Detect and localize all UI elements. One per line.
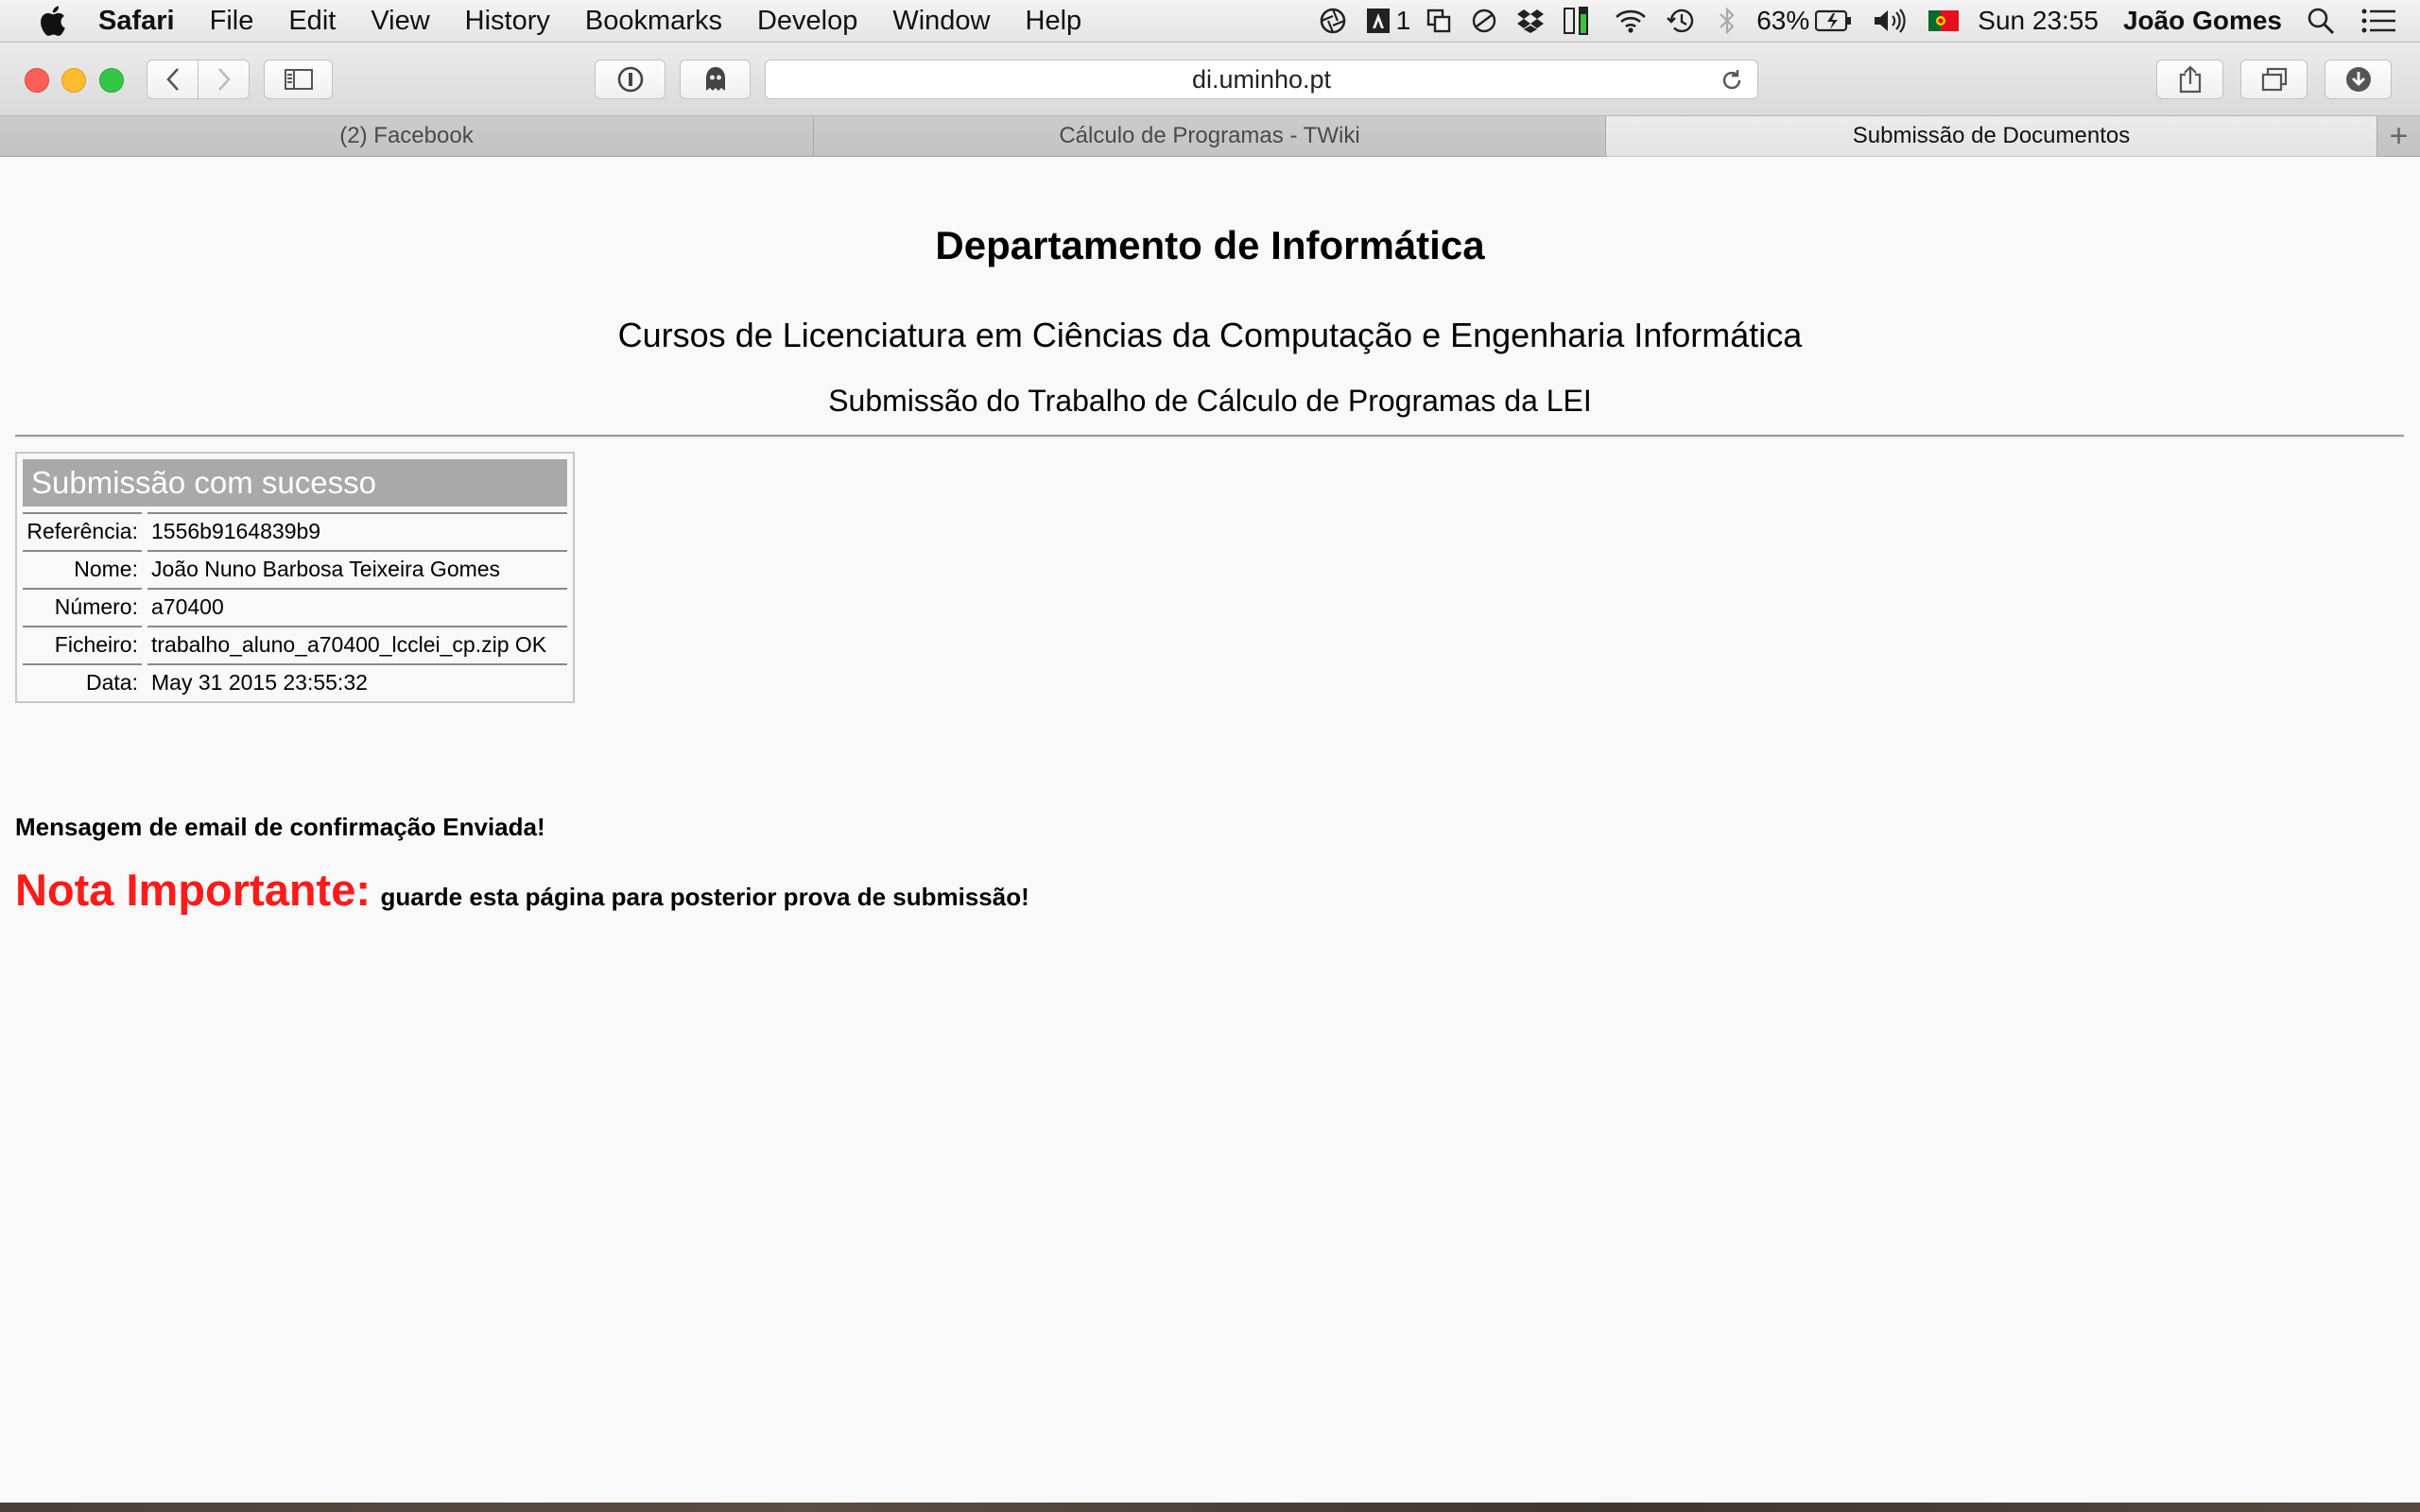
tab-facebook[interactable]: (2) Facebook [0, 116, 814, 157]
table-row: Nome: João Nuno Barbosa Teixeira Gomes [23, 550, 567, 588]
safari-window: di.uminho.pt (2) Facebook Cálculo de Pro… [0, 43, 2420, 1503]
table-row: Referência: 1556b9164839b9 [23, 512, 567, 550]
back-button[interactable] [147, 60, 199, 99]
table-row: Número: a70400 [23, 588, 567, 626]
menu-file[interactable]: File [210, 6, 254, 37]
fullscreen-window-button[interactable] [99, 68, 124, 93]
row-label-numero: Número: [23, 588, 142, 626]
tab-submissao[interactable]: Submissão de Documentos [1606, 116, 2377, 157]
screen-capture-icon[interactable] [1426, 8, 1452, 34]
page-title: Departamento de Informática [935, 223, 1485, 267]
course-heading: Cursos de Licenciatura em Ciências da Co… [617, 316, 1803, 354]
wifi-icon[interactable] [1615, 8, 1647, 34]
show-all-tabs-button[interactable] [2240, 60, 2308, 99]
share-icon [2179, 65, 2201, 94]
bluetooth-icon[interactable] [1717, 7, 1737, 35]
apple-logo-icon[interactable] [38, 5, 66, 37]
web-page: Departamento de Informática Cursos de Li… [0, 161, 2420, 1503]
menu-window[interactable]: Window [892, 6, 990, 37]
menu-history[interactable]: History [465, 6, 550, 37]
battery-percent[interactable]: 63% [1756, 6, 1809, 36]
sidebar-toggle-button[interactable] [264, 60, 333, 99]
row-value-data: May 31 2015 23:55:32 [147, 663, 567, 701]
minimize-window-button[interactable] [61, 68, 86, 93]
dropbox-icon[interactable] [1516, 8, 1545, 34]
menu-safari[interactable]: Safari [98, 6, 175, 37]
menu-help[interactable]: Help [1026, 6, 1082, 37]
downloads-button[interactable] [2325, 60, 2392, 99]
row-value-ficheiro: trabalho_aluno_a70400_lcclei_cp.zip OK [147, 626, 567, 663]
row-value-referencia: 1556b9164839b9 [147, 512, 567, 550]
chevron-left-icon [165, 68, 179, 91]
table-row: Ficheiro: trabalho_aluno_a70400_lcclei_c… [23, 626, 567, 663]
row-label-ficheiro: Ficheiro: [23, 626, 142, 663]
row-value-nome: João Nuno Barbosa Teixeira Gomes [147, 550, 567, 588]
table-row: Data: May 31 2015 23:55:32 [23, 663, 567, 701]
horizontal-rule [15, 435, 2404, 438]
submission-heading: Submissão do Trabalho de Cálculo de Prog… [828, 384, 1592, 418]
portugal-flag-icon[interactable] [1928, 10, 1960, 31]
user-name[interactable]: João Gomes [2123, 6, 2282, 36]
address-bar-url: di.uminho.pt [1191, 64, 1332, 94]
row-value-numero: a70400 [147, 588, 567, 626]
1password-icon [617, 66, 643, 93]
tabs-overview-icon [2261, 67, 2287, 92]
download-icon [2345, 67, 2371, 92]
share-button[interactable] [2156, 60, 2223, 99]
menu-develop[interactable]: Develop [757, 6, 857, 37]
sidebar-icon [284, 69, 313, 90]
adobe-icon[interactable] [1366, 8, 1391, 34]
status-menu-extras: 1 63% Sun 23:55 João Gomes [1319, 0, 2420, 42]
1password-button[interactable] [595, 60, 666, 99]
memory-meter-icon[interactable] [1564, 5, 1596, 37]
menu-edit[interactable]: Edit [288, 6, 336, 37]
browser-toolbar: di.uminho.pt [0, 43, 2420, 116]
submission-result-table: Submissão com sucesso Referência: 1556b9… [15, 452, 575, 703]
sync-circle-icon[interactable] [1471, 8, 1497, 34]
new-tab-button[interactable]: + [2377, 116, 2420, 157]
address-bar[interactable]: di.uminho.pt [765, 60, 1758, 99]
volume-icon[interactable] [1872, 8, 1910, 34]
row-label-data: Data: [23, 663, 142, 701]
desktop-background [0, 1503, 2420, 1512]
notification-center-icon[interactable] [2361, 9, 2395, 33]
time-machine-icon[interactable] [1666, 7, 1698, 35]
clock[interactable]: Sun 23:55 [1978, 6, 2099, 36]
ghostery-button[interactable] [680, 60, 751, 99]
row-label-nome: Nome: [23, 550, 142, 588]
ghostery-icon [705, 67, 725, 91]
aperture-icon[interactable] [1319, 7, 1347, 35]
email-confirmation-message: Mensagem de email de confirmação Enviada… [15, 813, 545, 841]
menu-view[interactable]: View [371, 6, 429, 37]
note-label: Nota Importante: [15, 865, 371, 915]
tab-twiki[interactable]: Cálculo de Programas - TWiki [814, 116, 1606, 157]
close-window-button[interactable] [25, 68, 49, 93]
row-label-referencia: Referência: [23, 512, 142, 550]
adobe-update-count: 1 [1395, 6, 1411, 35]
menu-bookmarks[interactable]: Bookmarks [585, 6, 722, 37]
forward-button[interactable] [198, 60, 250, 99]
important-note: Nota Importante: guarde esta página para… [15, 864, 1029, 916]
spotlight-search-icon[interactable] [2307, 7, 2335, 35]
note-text: guarde esta página para posterior prova … [380, 883, 1029, 911]
battery-charging-icon[interactable] [1815, 9, 1853, 33]
chevron-right-icon [217, 68, 231, 91]
result-heading: Submissão com sucesso [23, 459, 567, 507]
menu-bar: Safari File Edit View History Bookmarks … [0, 0, 2420, 43]
reload-icon[interactable] [1720, 68, 1744, 93]
